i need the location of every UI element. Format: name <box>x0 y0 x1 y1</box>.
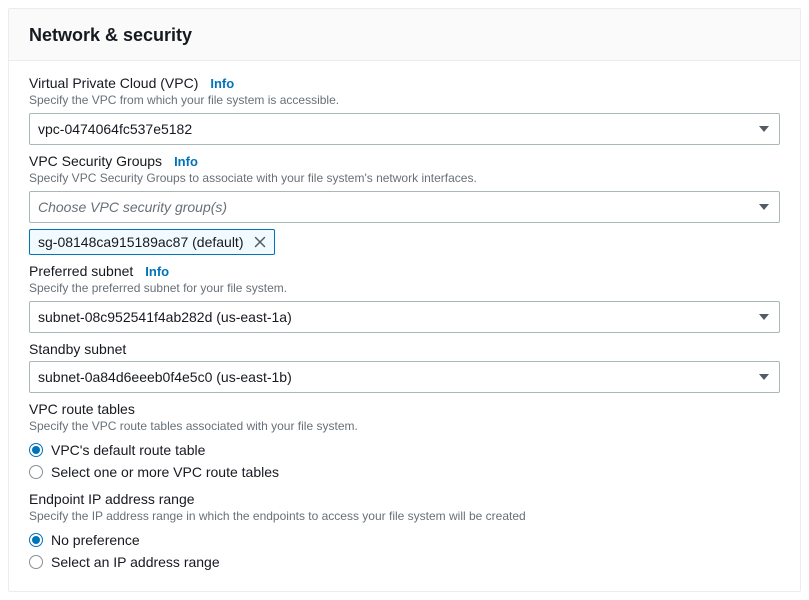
panel-header: Network & security <box>9 9 800 61</box>
security-group-token: sg-08148ca915189ac87 (default) <box>29 229 275 255</box>
caret-down-icon <box>759 374 769 380</box>
endpoint-range-option-nopref-label: No preference <box>51 532 140 548</box>
vpc-select-value: vpc-0474064fc537e5182 <box>38 121 192 137</box>
route-tables-option-select[interactable]: Select one or more VPC route tables <box>29 461 780 483</box>
vpc-select[interactable]: vpc-0474064fc537e5182 <box>29 113 780 145</box>
route-tables-label: VPC route tables <box>29 401 135 417</box>
endpoint-range-label: Endpoint IP address range <box>29 491 195 507</box>
radio-icon <box>29 555 43 569</box>
security-groups-placeholder: Choose VPC security group(s) <box>38 199 227 215</box>
radio-icon <box>29 465 43 479</box>
panel-body: Virtual Private Cloud (VPC) Info Specify… <box>9 61 800 591</box>
preferred-subnet-info-link[interactable]: Info <box>145 264 169 279</box>
endpoint-range-desc: Specify the IP address range in which th… <box>29 509 780 523</box>
preferred-subnet-field: Preferred subnet Info Specify the prefer… <box>29 263 780 333</box>
route-tables-field: VPC route tables Specify the VPC route t… <box>29 401 780 483</box>
caret-down-icon <box>759 204 769 210</box>
standby-subnet-value: subnet-0a84d6eeeb0f4e5c0 (us-east-1b) <box>38 369 292 385</box>
network-security-panel: Network & security Virtual Private Cloud… <box>8 8 801 592</box>
preferred-subnet-select[interactable]: subnet-08c952541f4ab282d (us-east-1a) <box>29 301 780 333</box>
route-tables-desc: Specify the VPC route tables associated … <box>29 419 780 433</box>
vpc-info-link[interactable]: Info <box>210 76 234 91</box>
route-tables-option-select-label: Select one or more VPC route tables <box>51 464 279 480</box>
token-remove-button[interactable] <box>252 234 268 250</box>
endpoint-range-option-select[interactable]: Select an IP address range <box>29 551 780 573</box>
radio-icon <box>29 533 43 547</box>
close-icon <box>254 236 266 248</box>
route-tables-option-default[interactable]: VPC's default route table <box>29 439 780 461</box>
panel-title: Network & security <box>29 25 780 46</box>
preferred-subnet-value: subnet-08c952541f4ab282d (us-east-1a) <box>38 309 292 325</box>
endpoint-range-option-nopref[interactable]: No preference <box>29 529 780 551</box>
endpoint-range-field: Endpoint IP address range Specify the IP… <box>29 491 780 573</box>
security-groups-desc: Specify VPC Security Groups to associate… <box>29 171 780 185</box>
standby-subnet-label: Standby subnet <box>29 341 126 357</box>
vpc-label: Virtual Private Cloud (VPC) <box>29 75 198 91</box>
security-groups-field: VPC Security Groups Info Specify VPC Sec… <box>29 153 780 255</box>
vpc-field: Virtual Private Cloud (VPC) Info Specify… <box>29 75 780 145</box>
endpoint-range-option-select-label: Select an IP address range <box>51 554 220 570</box>
security-groups-select[interactable]: Choose VPC security group(s) <box>29 191 780 223</box>
security-groups-tokens: sg-08148ca915189ac87 (default) <box>29 229 780 255</box>
security-group-token-label: sg-08148ca915189ac87 (default) <box>38 234 244 250</box>
caret-down-icon <box>759 126 769 132</box>
caret-down-icon <box>759 314 769 320</box>
standby-subnet-select[interactable]: subnet-0a84d6eeeb0f4e5c0 (us-east-1b) <box>29 361 780 393</box>
route-tables-option-default-label: VPC's default route table <box>51 442 205 458</box>
security-groups-label: VPC Security Groups <box>29 153 162 169</box>
preferred-subnet-desc: Specify the preferred subnet for your fi… <box>29 281 780 295</box>
radio-icon <box>29 443 43 457</box>
standby-subnet-field: Standby subnet subnet-0a84d6eeeb0f4e5c0 … <box>29 341 780 393</box>
vpc-desc: Specify the VPC from which your file sys… <box>29 93 780 107</box>
preferred-subnet-label: Preferred subnet <box>29 263 133 279</box>
security-groups-info-link[interactable]: Info <box>174 154 198 169</box>
